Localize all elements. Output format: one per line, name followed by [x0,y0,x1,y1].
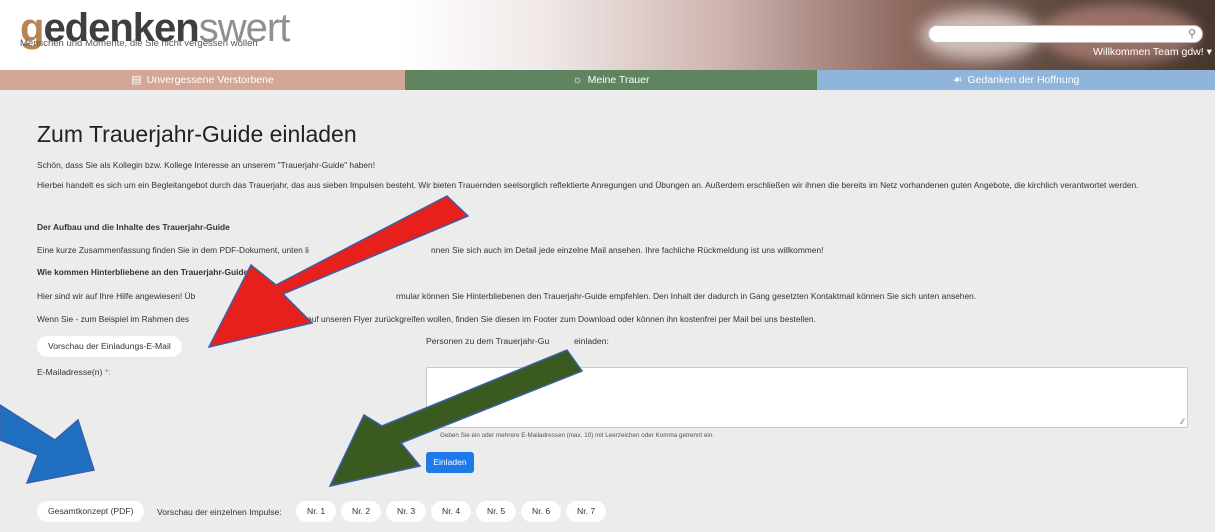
green-annotation-arrow [328,349,584,488]
red-annotation-arrow [207,195,470,349]
annotation-arrows [0,195,584,488]
blue-annotation-arrow [0,404,95,484]
